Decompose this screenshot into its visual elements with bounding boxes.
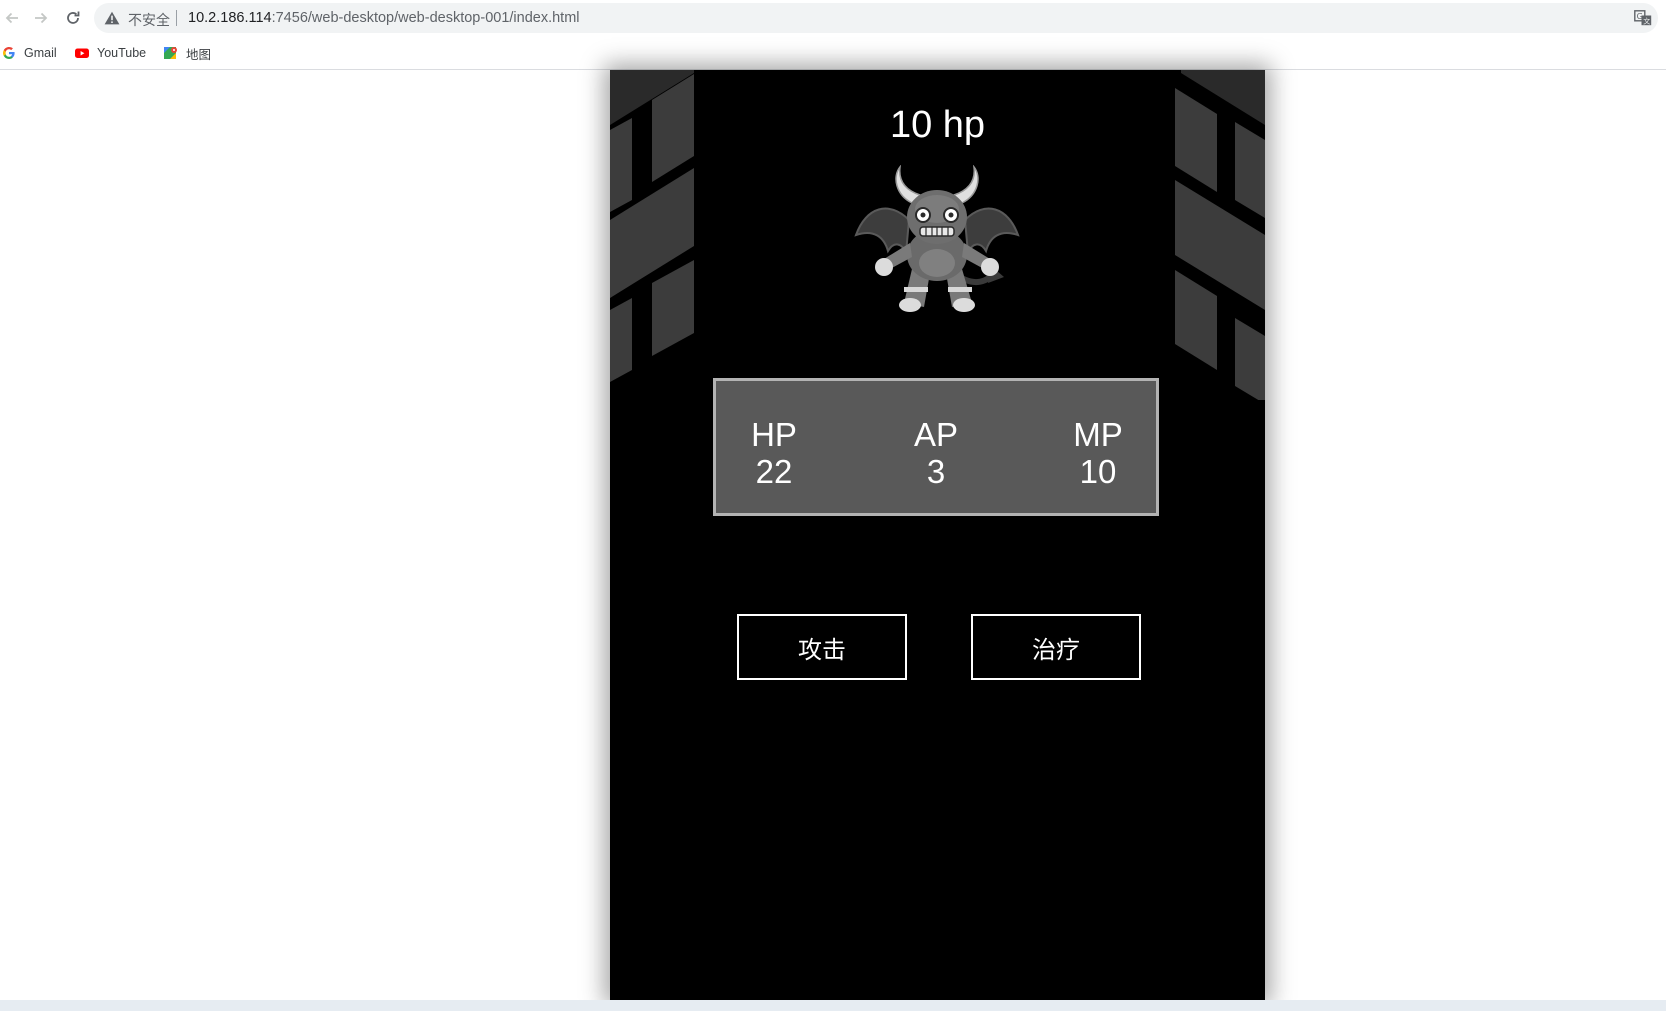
arrow-right-icon [35,12,48,24]
enemy-hp-label: 10 hp [889,104,986,146]
maps-icon [164,47,177,59]
stat-label: AP [913,416,959,453]
back-button[interactable] [0,6,24,30]
game-canvas[interactable]: 10 hp HP 22 AP 3 MP 10 攻击 治疗 [610,70,1265,1000]
bookmark-youtube[interactable]: YouTube [75,43,146,63]
attack-button[interactable]: 攻击 [737,614,907,680]
bookmark-label: YouTube [97,46,147,60]
window-bottom-edge [0,1000,1666,1011]
bookmark-label: Gmail [24,46,57,60]
arrow-left-icon [5,12,18,24]
warning-icon[interactable] [104,11,120,25]
stat-value: 3 [926,453,946,490]
bookmark-label: 地图 [186,47,212,62]
bookmark-gmail[interactable]: Gmail [2,43,57,63]
browser-toolbar: 不安全 10.2.186.114:7456/web-desktop/web-de… [0,0,1666,37]
page-viewport: 10 hp HP 22 AP 3 MP 10 攻击 治疗 [0,70,1666,1000]
reload-icon [67,11,80,24]
separator [176,10,177,26]
bookmark-maps[interactable]: 地图 [164,43,211,63]
forward-button[interactable] [29,6,53,30]
stat-label: HP [751,416,797,453]
reload-button[interactable] [61,6,85,30]
svg-text:文: 文 [1643,16,1650,25]
google-icon [3,47,15,59]
stat-value: 10 [1079,453,1117,490]
url-path: :7456/web-desktop/web-desktop-001/index.… [271,10,580,26]
stat-label: MP [1073,416,1123,453]
stat-hp: HP 22 [719,416,829,490]
heal-button[interactable]: 治疗 [971,614,1141,680]
translate-icon[interactable]: G 文 [1634,10,1652,26]
stat-ap: AP 3 [881,416,991,490]
url-text[interactable]: 10.2.186.114:7456/web-desktop/web-deskto… [188,10,580,26]
security-status-label[interactable]: 不安全 [128,10,170,30]
address-bar[interactable]: 不安全 10.2.186.114:7456/web-desktop/web-de… [94,3,1658,33]
devil-icon[interactable] [854,165,1020,315]
url-host: 10.2.186.114 [188,10,272,26]
bookmarks-bar: Gmail YouTube 地图 [0,37,1666,70]
youtube-icon [75,48,89,58]
stat-value: 22 [755,453,793,490]
player-stats-panel: HP 22 AP 3 MP 10 [713,378,1159,516]
stat-mp: MP 10 [1043,416,1153,490]
